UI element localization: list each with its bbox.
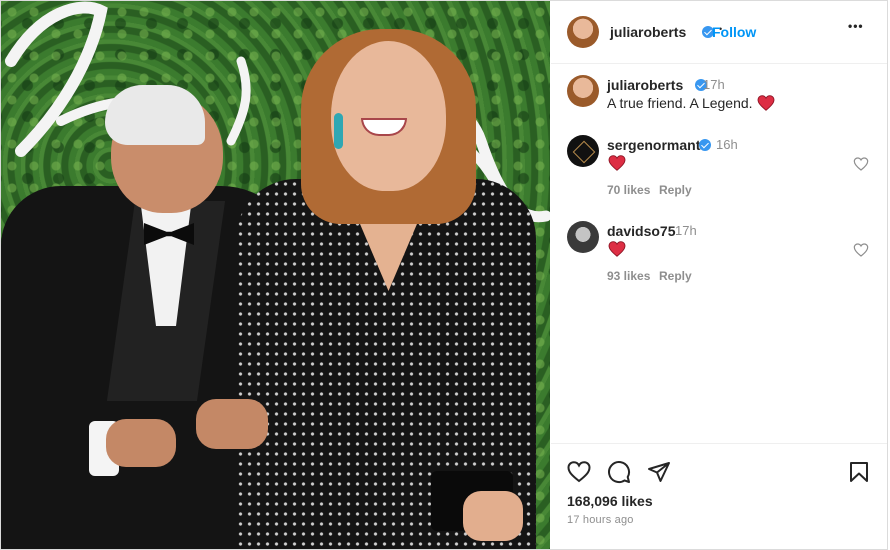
man-hand-on-arm [196,399,268,449]
post-actions-bar: 168,096 likes 17 hours ago [551,443,887,550]
caption-username[interactable]: juliaroberts [607,77,683,93]
comment-likes[interactable]: 93 likes [607,269,650,283]
caption-time[interactable]: 17h [703,77,725,92]
woman-earring [334,113,343,149]
bookmark-icon[interactable] [847,460,871,484]
comment-avatar-davidso75[interactable] [567,221,599,253]
comment-time[interactable]: 16h [716,137,738,152]
post-side-panel: juliaroberts • Follow ••• juliaroberts 1… [551,1,887,549]
more-options-icon[interactable]: ••• [848,19,864,33]
post-photo[interactable] [1,1,550,549]
comment-icon[interactable] [607,460,631,484]
red-heart-emoji-icon [757,95,775,111]
caption-avatar[interactable] [567,75,599,107]
post-timestamp[interactable]: 17 hours ago [567,514,634,526]
caption-text: A true friend. A Legend. [607,95,753,111]
man-hair [105,85,205,145]
share-icon[interactable] [647,460,671,484]
verified-badge-icon [699,139,711,151]
comment-avatar-sergenormant[interactable] [567,135,599,167]
comment-like-heart-icon[interactable] [853,242,869,258]
follow-button[interactable]: Follow [712,24,756,40]
author-username[interactable]: juliaroberts [610,24,686,40]
post-dialog: juliaroberts • Follow ••• juliaroberts 1… [0,0,888,550]
comment-time[interactable]: 17h [675,223,697,238]
comment-like-heart-icon[interactable] [853,156,869,172]
author-avatar[interactable] [567,16,599,48]
comment-username[interactable]: sergenormant [607,137,700,153]
woman-hand [463,491,523,541]
woman-face [331,41,446,191]
red-heart-emoji-icon [608,241,626,257]
man-hand [106,419,176,467]
red-heart-emoji-icon [608,155,626,171]
likes-count[interactable]: 168,096 likes [567,493,653,509]
comment-username[interactable]: davidso75 [607,223,675,239]
post-header: juliaroberts • Follow ••• [551,1,887,64]
reply-button[interactable]: Reply [659,183,692,197]
heart-outline-icon[interactable] [567,460,591,484]
reply-button[interactable]: Reply [659,269,692,283]
comment-likes[interactable]: 70 likes [607,183,650,197]
